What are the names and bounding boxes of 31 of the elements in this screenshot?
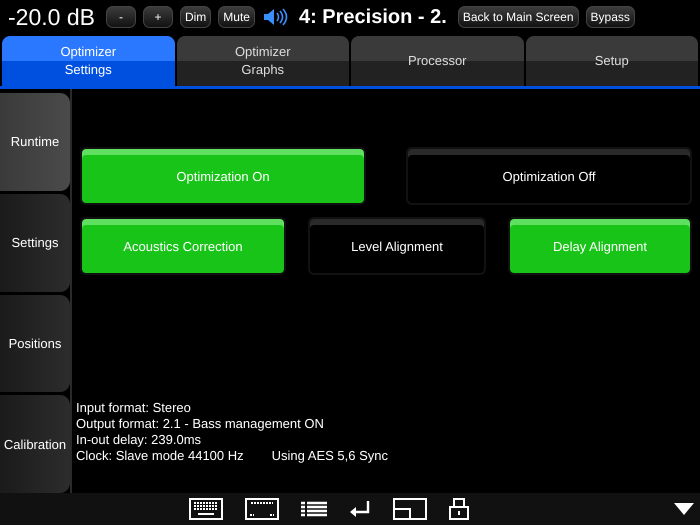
- status-text: Output format: 2.1 - Bass management ON: [76, 416, 324, 431]
- speaker-icon[interactable]: [262, 8, 288, 26]
- header-button[interactable]: +: [142, 6, 173, 28]
- list-icon[interactable]: [301, 501, 327, 517]
- keyboard-icon[interactable]: [189, 498, 223, 520]
- status-text: Input format: Stereo: [76, 400, 191, 415]
- header-button[interactable]: Mute: [218, 6, 255, 28]
- toggle-button[interactable]: Optimization Off: [406, 147, 692, 205]
- sidebar-tab[interactable]: Calibration: [0, 395, 70, 493]
- preset-name: 4: Precision - 2.: [298, 6, 447, 28]
- dropdown-arrow-icon[interactable]: [674, 503, 694, 515]
- tab[interactable]: Processor: [351, 36, 524, 86]
- enter-icon[interactable]: [349, 500, 371, 518]
- sidebar-tab[interactable]: Runtime: [0, 93, 70, 191]
- sidebar-tab[interactable]: Settings: [0, 194, 70, 292]
- header-button[interactable]: Dim: [180, 6, 212, 28]
- keypad-icon[interactable]: [245, 498, 279, 520]
- status-text: In-out delay: 239.0ms: [76, 432, 202, 447]
- bypass-button[interactable]: Bypass: [586, 6, 635, 28]
- status-text: Using AES 5,6 Sync: [272, 448, 388, 463]
- sidebar-tab[interactable]: Positions: [0, 294, 70, 392]
- window-icon[interactable]: [393, 498, 427, 520]
- header-button[interactable]: -: [106, 6, 136, 28]
- status-text: Clock: Slave mode 44100 Hz: [76, 448, 244, 463]
- lock-icon[interactable]: [449, 498, 469, 520]
- tab[interactable]: Optimizer Graphs: [176, 36, 349, 86]
- toggle-button[interactable]: Level Alignment: [308, 217, 486, 275]
- tab[interactable]: Setup: [526, 36, 698, 86]
- tab[interactable]: Optimizer Settings: [2, 36, 174, 86]
- volume-readout: -20.0 dB: [8, 4, 95, 30]
- back-button[interactable]: Back to Main Screen: [458, 6, 579, 28]
